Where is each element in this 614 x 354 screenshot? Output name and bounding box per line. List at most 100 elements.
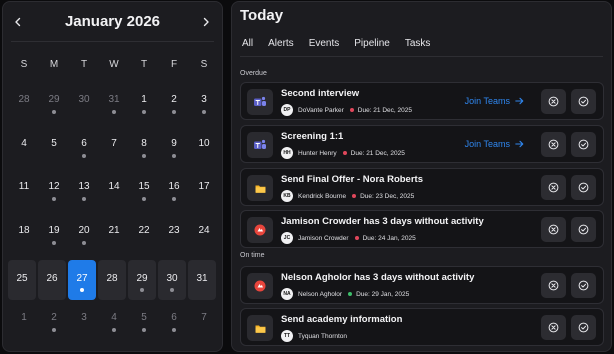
day-cell[interactable]: 30 [158, 259, 186, 300]
day-cell[interactable]: 2 [39, 303, 69, 343]
check-icon [578, 182, 589, 193]
status-dot [352, 194, 357, 198]
day-number: 17 [198, 181, 210, 193]
folder-icon [255, 185, 265, 193]
day-cell[interactable]: 29 [39, 85, 69, 125]
dismiss-button[interactable] [541, 315, 566, 340]
tab-tasks[interactable]: Tasks [405, 38, 431, 57]
activity-item[interactable]: Nelson Agholor has 3 days without activi… [240, 266, 604, 304]
day-cell[interactable]: 16 [159, 172, 189, 212]
day-cell[interactable]: 9 [159, 129, 189, 169]
complete-button[interactable] [571, 175, 596, 200]
day-cell[interactable]: 17 [189, 172, 219, 212]
selected-day-cell[interactable]: 27 [68, 259, 96, 300]
day-cell[interactable]: 13 [69, 172, 99, 212]
tab-all[interactable]: All [242, 38, 254, 57]
day-cell[interactable]: 29 [128, 259, 156, 300]
status-dot [348, 292, 353, 296]
day-number: 19 [48, 225, 60, 237]
dismiss-button[interactable] [541, 217, 566, 242]
day-cell[interactable]: 12 [39, 172, 69, 212]
dismiss-button[interactable] [541, 89, 566, 114]
complete-button[interactable] [571, 315, 596, 340]
day-cell[interactable]: 26 [38, 259, 66, 300]
complete-button[interactable] [571, 132, 596, 157]
app-icon-badge [247, 89, 273, 115]
tab-events[interactable]: Events [309, 38, 340, 57]
day-cell[interactable]: 3 [189, 85, 219, 125]
day-cell[interactable]: 5 [129, 303, 159, 343]
join-teams-link[interactable]: Join Teams [465, 139, 524, 149]
dismiss-icon [548, 224, 559, 235]
day-cell[interactable]: 31 [188, 259, 216, 300]
day-number: 3 [201, 94, 207, 105]
day-number: 5 [141, 312, 147, 324]
day-cell[interactable]: 15 [129, 172, 159, 212]
day-cell[interactable]: 28 [9, 85, 39, 125]
calendar-header: January 2026 [3, 10, 222, 34]
day-number: 22 [138, 225, 150, 237]
complete-button[interactable] [571, 217, 596, 242]
calendar-week-row: 28 29 30 31 1 2 3 [9, 85, 219, 129]
day-cell[interactable]: 4 [9, 129, 39, 169]
day-cell[interactable]: 30 [69, 85, 99, 125]
day-cell[interactable]: 8 [129, 129, 159, 169]
dismiss-button[interactable] [541, 175, 566, 200]
next-month-button[interactable] [194, 10, 218, 34]
day-cell[interactable]: 25 [8, 259, 36, 300]
day-cell[interactable]: 5 [39, 129, 69, 169]
day-cell[interactable]: 22 [129, 216, 159, 256]
activity-item[interactable]: Screening 1:1 HH Hunter Henry Due: 21 Dec, … [240, 125, 604, 163]
avatar: HH [281, 147, 293, 159]
day-cell[interactable]: 19 [39, 216, 69, 256]
day-cell[interactable]: 11 [9, 172, 39, 212]
app-icon-badge [247, 132, 273, 158]
page-title: Today [240, 7, 284, 24]
day-cell[interactable]: 23 [159, 216, 189, 256]
complete-button[interactable] [571, 273, 596, 298]
chevron-right-icon [203, 17, 209, 27]
day-cell[interactable]: 31 [99, 85, 129, 125]
day-cell[interactable]: 20 [69, 216, 99, 256]
person-name: DoVante Parker [298, 106, 344, 114]
day-cell[interactable]: 1 [129, 85, 159, 125]
day-cell[interactable]: 28 [98, 259, 126, 300]
day-cell[interactable]: 14 [99, 172, 129, 212]
dismiss-button[interactable] [541, 132, 566, 157]
complete-button[interactable] [571, 89, 596, 114]
dismiss-icon [548, 182, 559, 193]
day-cell[interactable]: 24 [189, 216, 219, 256]
day-cell[interactable]: 7 [99, 129, 129, 169]
tabs-divider [240, 56, 603, 57]
day-cell[interactable]: 7 [189, 303, 219, 343]
activity-item[interactable]: Send Final Offer - Nora Roberts KB Kendric… [240, 168, 604, 206]
day-cell[interactable]: 1 [9, 303, 39, 343]
overdue-section-label: Overdue [240, 70, 267, 77]
event-dot [170, 287, 174, 292]
day-cell[interactable]: 4 [99, 303, 129, 343]
activity-item[interactable]: Second interview DP DoVante Parker Due: 21 … [240, 82, 604, 120]
item-meta: TT Tyquan Thornton [281, 330, 353, 342]
day-cell[interactable]: 2 [159, 85, 189, 125]
item-title: Jamison Crowder has 3 days without activ… [281, 216, 484, 227]
day-cell[interactable]: 6 [159, 303, 189, 343]
activity-item[interactable]: Jamison Crowder has 3 days without activ… [240, 210, 604, 248]
tab-pipeline[interactable]: Pipeline [354, 38, 390, 57]
event-dot [82, 197, 86, 202]
check-icon [578, 280, 589, 291]
tab-alerts[interactable]: Alerts [268, 38, 294, 57]
day-number: 8 [141, 137, 147, 149]
day-cell[interactable]: 3 [69, 303, 99, 343]
status-dot [354, 236, 359, 240]
join-teams-link[interactable]: Join Teams [465, 96, 524, 106]
day-cell[interactable]: 21 [99, 216, 129, 256]
day-number: 6 [171, 312, 177, 324]
event-dot [140, 287, 144, 292]
activity-item[interactable]: Send academy information TT Tyquan Thornto… [240, 308, 604, 346]
day-cell[interactable]: 10 [189, 129, 219, 169]
dismiss-button[interactable] [541, 273, 566, 298]
event-dot [112, 110, 116, 114]
day-number: 29 [48, 94, 60, 105]
day-cell[interactable]: 6 [69, 129, 99, 169]
day-cell[interactable]: 18 [9, 216, 39, 256]
